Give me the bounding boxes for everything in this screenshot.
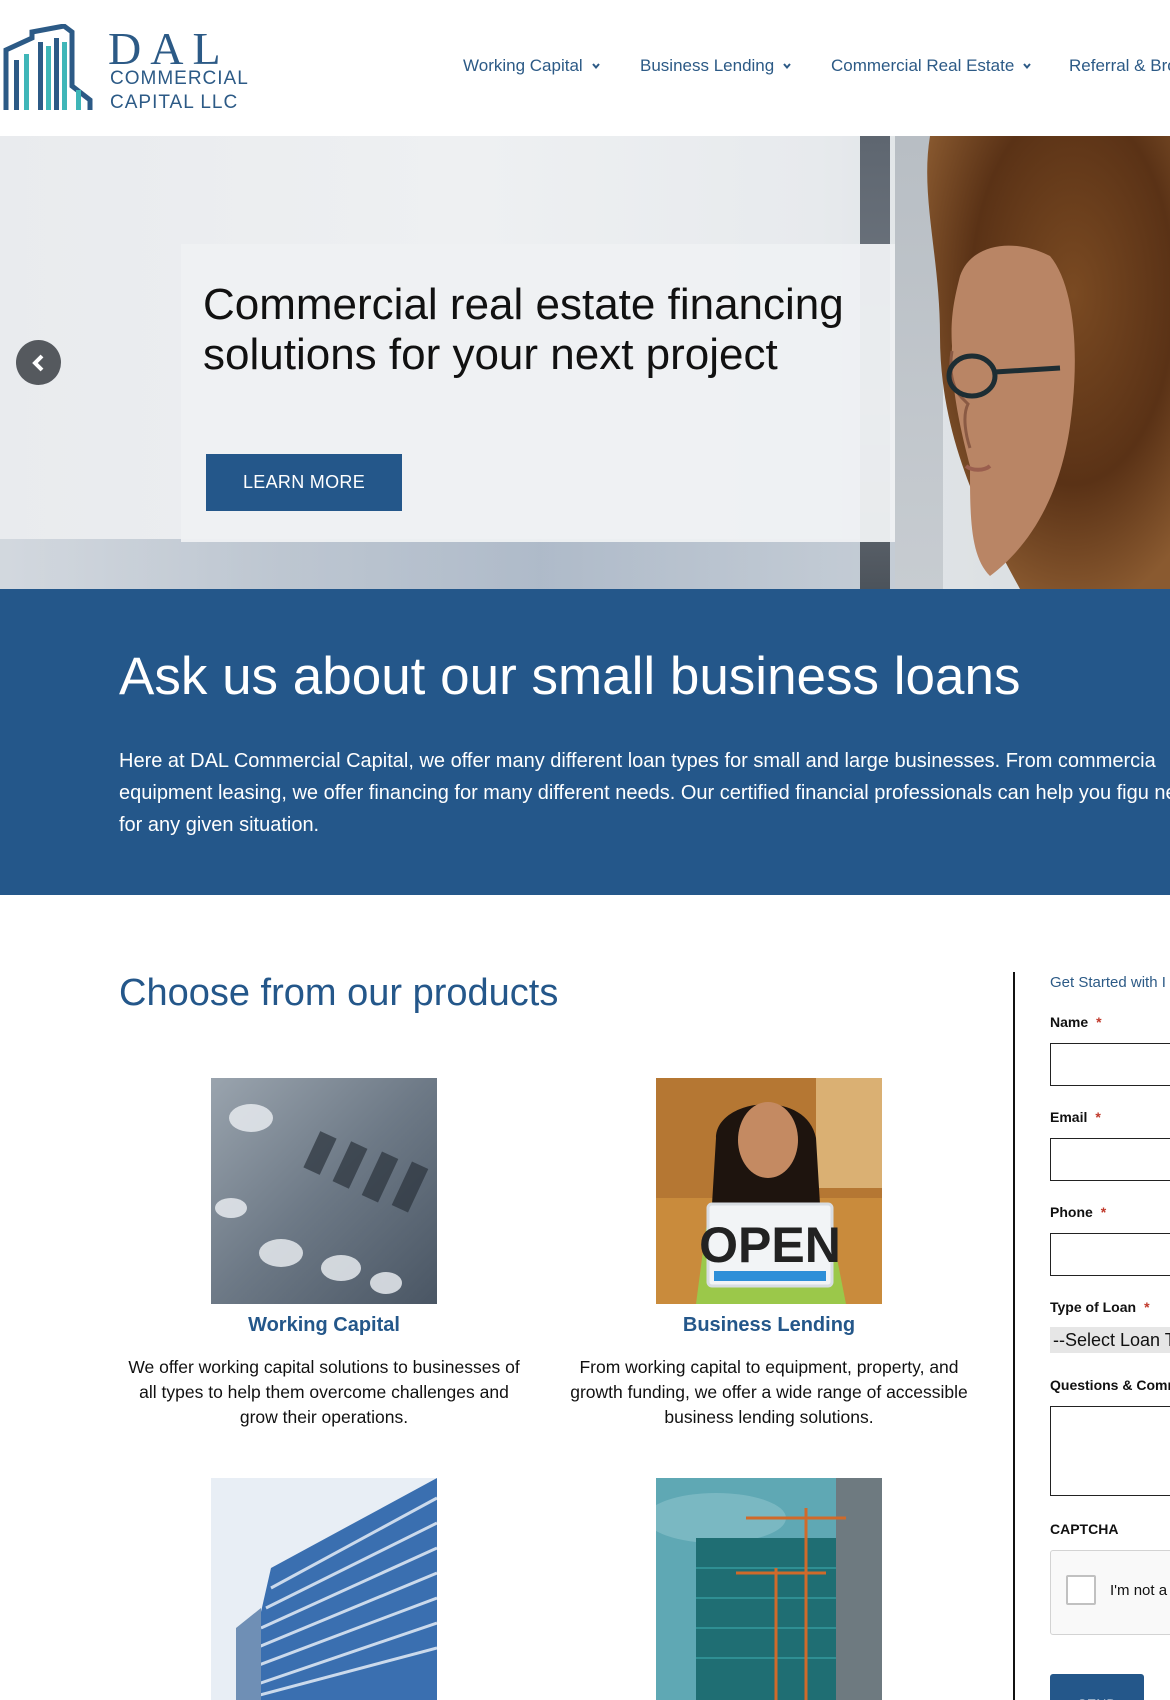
- nav-working-capital[interactable]: Working Capital: [463, 56, 601, 76]
- phone-label: Phone *: [1050, 1204, 1106, 1220]
- required-mark: *: [1144, 1299, 1150, 1315]
- name-label: Name *: [1050, 1014, 1102, 1030]
- required-mark: *: [1096, 1014, 1102, 1030]
- name-label-text: Name: [1050, 1014, 1089, 1030]
- intro-paragraph: Here at DAL Commercial Capital, we offer…: [119, 750, 1170, 836]
- email-label: Email *: [1050, 1109, 1101, 1125]
- nav-business-lending[interactable]: Business Lending: [640, 56, 792, 76]
- email-label-text: Email: [1050, 1109, 1088, 1125]
- loan-type-select[interactable]: --Select Loan T: [1050, 1327, 1170, 1353]
- nav-referral[interactable]: Referral & Bro: [1069, 56, 1170, 76]
- open-sign-text: OPEN: [699, 1217, 841, 1273]
- recaptcha-text: I'm not a: [1110, 1582, 1168, 1599]
- intro-band: Ask us about our small business loans He…: [0, 589, 1170, 895]
- questions-textarea[interactable]: [1050, 1406, 1170, 1496]
- sidebar-divider: [1013, 972, 1015, 1700]
- working-capital-image[interactable]: [211, 1078, 437, 1304]
- email-field[interactable]: [1050, 1138, 1170, 1181]
- nav-label: Working Capital: [463, 56, 583, 75]
- main-nav: Working Capital Business Lending Commerc…: [0, 56, 1170, 80]
- product-name-business-lending[interactable]: Business Lending: [564, 1314, 974, 1337]
- construction-image[interactable]: [656, 1478, 882, 1700]
- slider-prev-button[interactable]: [16, 340, 61, 385]
- hero-background-blur: [0, 539, 900, 589]
- loan-type-label: Type of Loan *: [1050, 1299, 1150, 1315]
- chevron-down-icon: [783, 63, 791, 70]
- recaptcha-checkbox[interactable]: [1066, 1575, 1096, 1605]
- intro-heading: Ask us about our small business loans: [119, 647, 1021, 706]
- recaptcha-widget: I'm not a: [1050, 1550, 1170, 1635]
- business-lending-image[interactable]: OPEN: [656, 1078, 882, 1304]
- learn-more-button[interactable]: LEARN MORE: [206, 454, 402, 511]
- phone-field[interactable]: [1050, 1233, 1170, 1276]
- nav-label: Commercial Real Estate: [831, 56, 1015, 75]
- contact-form: Get Started with I Name * Email * Phone * T…: [1050, 970, 1170, 1700]
- product-desc-working-capital: We offer working capital solutions to bu…: [128, 1357, 520, 1427]
- questions-label: Questions & Comn: [1050, 1377, 1170, 1393]
- products-heading: Choose from our products: [119, 972, 559, 1014]
- hero-title: Commercial real estate financing solutio…: [203, 280, 844, 379]
- chevron-down-icon: [1023, 63, 1032, 70]
- chevron-down-icon: [591, 63, 600, 70]
- nav-label: Business Lending: [640, 56, 775, 75]
- hero-woman-image: [927, 136, 1170, 589]
- site-header: DAL COMMERCIAL CAPITAL LLC Working Capit…: [0, 0, 1170, 136]
- required-mark: *: [1100, 1204, 1107, 1220]
- name-field[interactable]: [1050, 1043, 1170, 1086]
- product-desc-business-lending: From working capital to equipment, prope…: [570, 1357, 968, 1427]
- loan-type-label-text: Type of Loan: [1050, 1299, 1137, 1315]
- form-heading: Get Started with I: [1050, 974, 1166, 991]
- nav-label: Referral & Bro: [1069, 56, 1170, 75]
- send-button[interactable]: SEND: [1050, 1674, 1144, 1700]
- hero-card: Commercial real estate financing solutio…: [181, 244, 895, 542]
- hero-slider: Commercial real estate financing solutio…: [0, 136, 1170, 589]
- nav-commercial-real-estate[interactable]: Commercial Real Estate: [831, 56, 1032, 76]
- commercial-real-estate-image[interactable]: [211, 1478, 437, 1700]
- product-name-working-capital[interactable]: Working Capital: [119, 1314, 529, 1337]
- chevron-left-icon: [31, 354, 43, 371]
- logo-line2: CAPITAL LLC: [110, 92, 239, 113]
- captcha-label: CAPTCHA: [1050, 1521, 1119, 1537]
- required-mark: *: [1095, 1109, 1101, 1125]
- phone-label-text: Phone: [1050, 1204, 1093, 1220]
